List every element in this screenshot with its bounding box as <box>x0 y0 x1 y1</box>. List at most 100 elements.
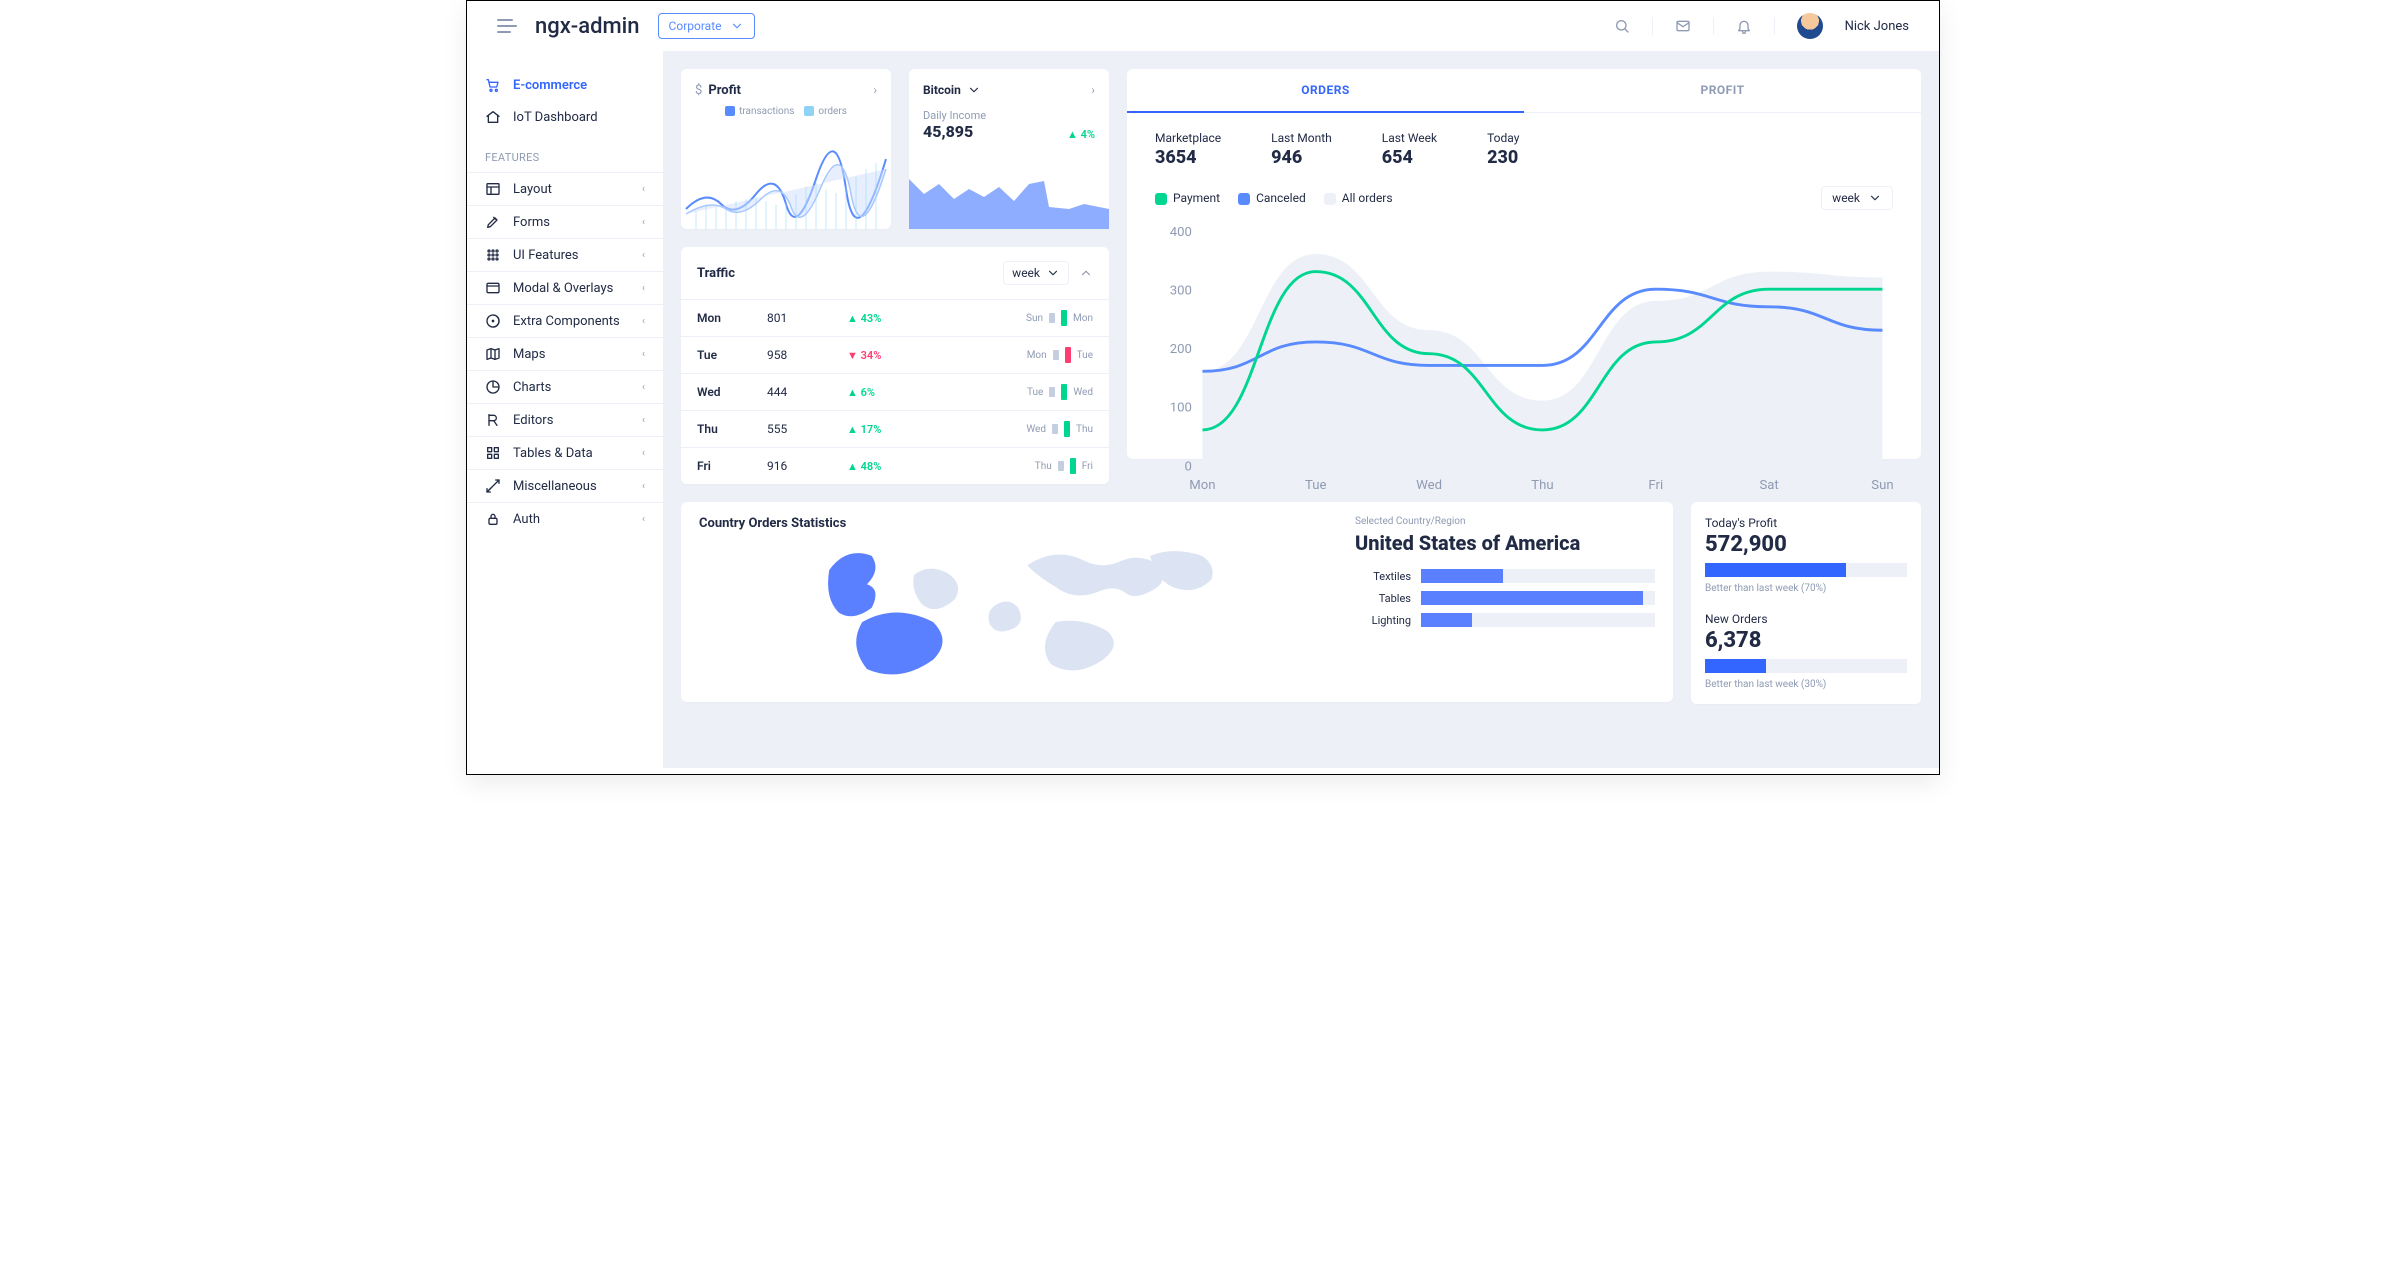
profit-legend-1: orders <box>818 106 847 117</box>
theme-select-label: Corporate <box>669 19 722 33</box>
legend-item: All orders <box>1324 191 1393 205</box>
orders-range-select[interactable]: week <box>1821 186 1893 210</box>
svg-text:Fri: Fri <box>1648 478 1663 493</box>
sidebar-item-label: Charts <box>513 380 551 395</box>
sidebar-item-extra-components[interactable]: Extra Components ‹ <box>467 305 663 337</box>
todays-profit-bar <box>1705 563 1907 577</box>
chevron-down-icon <box>1868 191 1882 205</box>
tables-icon <box>485 445 501 461</box>
home-icon <box>485 109 501 125</box>
map-title: Country Orders Statistics <box>699 516 1337 531</box>
expand-icon[interactable]: › <box>1091 83 1095 97</box>
traffic-cur-bar <box>1061 310 1067 326</box>
stat-last-week: Last Week654 <box>1382 131 1437 168</box>
world-map[interactable] <box>699 537 1337 688</box>
side-stats-card: Today's Profit 572,900 Better than last … <box>1691 502 1921 704</box>
chevron-left-icon: ‹ <box>642 217 645 228</box>
chevron-left-icon: ‹ <box>642 316 645 327</box>
sidebar-item-forms[interactable]: Forms ‹ <box>467 206 663 238</box>
chevron-left-icon: ‹ <box>642 349 645 360</box>
sidebar-item-editors[interactable]: Editors‹ <box>467 404 663 436</box>
todays-profit-note: Better than last week (70%) <box>1705 583 1907 594</box>
traffic-row: Tue958▼ 34%MonTue <box>681 336 1109 373</box>
sidebar-item-label: Forms <box>513 215 550 230</box>
sidebar-item-maps[interactable]: Maps‹ <box>467 338 663 370</box>
sidebar-item-modal-overlays[interactable]: Modal & Overlays‹ <box>467 272 663 304</box>
sidebar-item-label: UI Features <box>513 248 579 263</box>
crypto-card: Bitcoin › Daily Income 45,895 ▲ 4% <box>909 69 1109 229</box>
svg-text:Wed: Wed <box>1416 478 1442 493</box>
country-bar-row: Lighting <box>1355 613 1655 627</box>
traffic-value: 958 <box>767 348 847 362</box>
legend-item: Payment <box>1155 191 1220 205</box>
svg-text:200: 200 <box>1170 342 1192 357</box>
sidebar-item-tables-data[interactable]: Tables & Data‹ <box>467 437 663 469</box>
tab-orders[interactable]: ORDERS <box>1127 69 1524 113</box>
layout-icon <box>485 181 501 197</box>
coin-select[interactable]: Bitcoin <box>923 83 1095 97</box>
daily-income-value: 45,895 <box>923 122 986 141</box>
country-bar-row: Tables <box>1355 591 1655 605</box>
sidebar-item-label: Extra Components <box>513 314 620 329</box>
traffic-pct: ▲ 43% <box>847 312 917 325</box>
traffic-day: Tue <box>697 348 767 362</box>
sidebar-item-e-commerce[interactable]: E-commerce <box>467 69 663 101</box>
chevron-left-icon: ‹ <box>642 448 645 459</box>
traffic-cur-bar <box>1064 421 1070 437</box>
orders-card: ORDERSPROFIT Marketplace3654Last Month94… <box>1127 69 1921 459</box>
country-orders-card: Country Orders Statistics <box>681 502 1673 702</box>
chevron-left-icon: ‹ <box>642 481 645 492</box>
sidebar-item-charts[interactable]: Charts ‹ <box>467 371 663 403</box>
theme-select[interactable]: Corporate <box>658 13 755 39</box>
sidebar-item-label: Miscellaneous <box>513 479 597 494</box>
sidebar-item-miscellaneous[interactable]: Miscellaneous ‹ <box>467 470 663 502</box>
traffic-cur-bar <box>1065 347 1071 363</box>
sidebar-item-label: Auth <box>513 512 540 527</box>
expand-icon[interactable]: › <box>873 83 877 97</box>
traffic-cur-bar <box>1061 384 1067 400</box>
bell-icon[interactable] <box>1736 18 1752 34</box>
svg-text:400: 400 <box>1170 225 1192 240</box>
traffic-row: Fri916▲ 48%ThuFri <box>681 447 1109 484</box>
chevron-up-icon[interactable] <box>1079 266 1093 280</box>
traffic-title: Traffic <box>697 266 735 281</box>
chevron-left-icon: ‹ <box>642 382 645 393</box>
traffic-prev-bar <box>1049 313 1055 323</box>
traffic-day: Thu <box>697 422 767 436</box>
username-label: Nick Jones <box>1845 19 1909 34</box>
search-icon[interactable] <box>1614 18 1630 34</box>
traffic-row: Thu555▲ 17%WedThu <box>681 410 1109 447</box>
country-bar-row: Textiles <box>1355 569 1655 583</box>
stat-last-month: Last Month946 <box>1271 131 1332 168</box>
traffic-range-select[interactable]: week <box>1003 261 1069 285</box>
stat-today: Today230 <box>1487 131 1519 168</box>
brand-title: ngx-admin <box>535 14 640 39</box>
traffic-value: 801 <box>767 311 847 325</box>
profit-sparkline <box>681 149 891 229</box>
extra-icon <box>485 313 501 329</box>
auth-icon <box>485 511 501 527</box>
sidebar-item-auth[interactable]: Auth‹ <box>467 503 663 535</box>
sidebar-item-layout[interactable]: Layout‹ <box>467 173 663 205</box>
traffic-prev-bar <box>1052 424 1058 434</box>
chevron-down-icon <box>1046 266 1060 280</box>
traffic-row: Mon801▲ 43%SunMon <box>681 299 1109 336</box>
chevron-down-icon <box>967 83 981 97</box>
new-orders-value: 6,378 <box>1705 628 1907 653</box>
traffic-pct: ▼ 34% <box>847 349 917 362</box>
avatar[interactable] <box>1797 13 1823 39</box>
tab-profit[interactable]: PROFIT <box>1524 69 1921 113</box>
editors-icon <box>485 412 501 428</box>
menu-toggle[interactable] <box>497 19 517 33</box>
svg-text:Thu: Thu <box>1531 478 1553 493</box>
forms-icon <box>485 214 501 230</box>
sidebar-item-label: IoT Dashboard <box>513 110 598 125</box>
mail-icon[interactable] <box>1675 18 1691 34</box>
sidebar-item-iot-dashboard[interactable]: IoT Dashboard <box>467 101 663 133</box>
svg-text:Tue: Tue <box>1305 478 1326 493</box>
sidebar-item-label: Modal & Overlays <box>513 281 613 296</box>
profit-card: $Profit › transactions orders <box>681 69 891 229</box>
chevron-left-icon: ‹ <box>642 184 645 195</box>
todays-profit-label: Today's Profit <box>1705 516 1907 530</box>
sidebar-item-ui-features[interactable]: UI Features‹ <box>467 239 663 271</box>
